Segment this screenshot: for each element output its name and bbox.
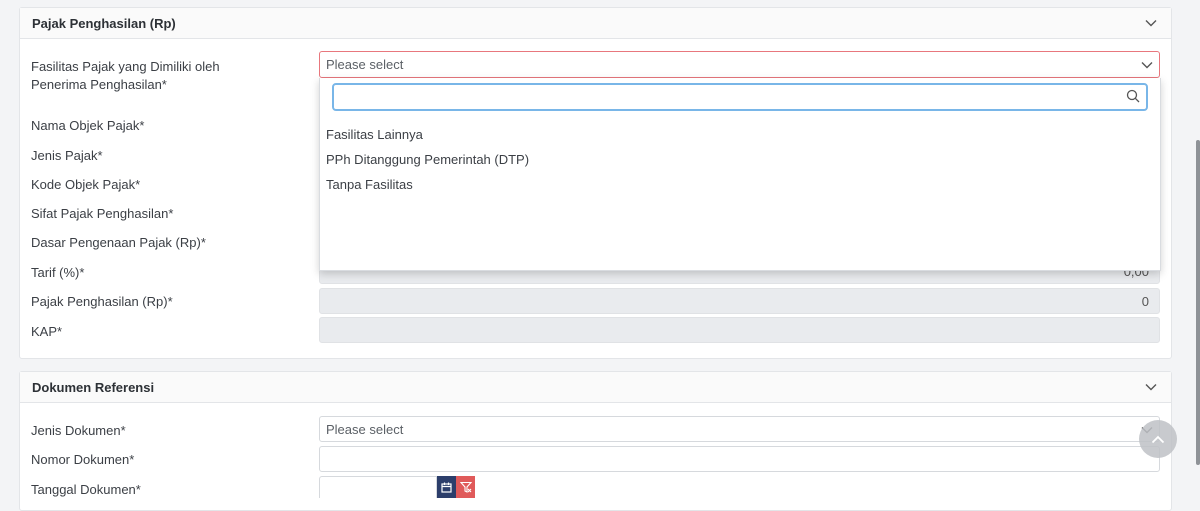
- clear-date-button[interactable]: [456, 476, 475, 498]
- reference-doc-card-title: Dokumen Referensi: [32, 379, 155, 395]
- dropdown-search-input[interactable]: [340, 85, 1124, 109]
- doc-type-placeholder: Please select: [326, 421, 404, 437]
- chevron-up-icon: [1151, 435, 1165, 443]
- object-code-label: Kode Objek Pajak*: [31, 177, 141, 192]
- income-tax-value: 0: [1141, 293, 1149, 309]
- nature-label: Sifat Pajak Penghasilan*: [31, 206, 174, 221]
- filter-clear-icon: [459, 481, 472, 493]
- rate-label: Tarif (%)*: [31, 265, 85, 280]
- income-tax-field: 0: [319, 288, 1160, 314]
- chevron-down-icon: [1141, 57, 1153, 72]
- page-scrollbar[interactable]: [1196, 140, 1200, 465]
- tax-type-label: Jenis Pajak*: [31, 148, 103, 163]
- dropdown-option[interactable]: Tanpa Fasilitas: [326, 176, 413, 194]
- doc-type-label: Jenis Dokumen*: [31, 423, 126, 438]
- income-tax-card-header[interactable]: Pajak Penghasilan (Rp): [20, 8, 1171, 39]
- facility-dropdown: Fasilitas Lainnya PPh Ditanggung Pemerin…: [319, 78, 1161, 271]
- doc-number-label: Nomor Dokumen*: [31, 452, 135, 467]
- facility-select[interactable]: Please select: [319, 51, 1160, 78]
- search-icon: [1126, 89, 1140, 106]
- doc-date-input[interactable]: [319, 476, 437, 498]
- reference-doc-card-header[interactable]: Dokumen Referensi: [20, 372, 1171, 403]
- dropdown-option[interactable]: PPh Ditanggung Pemerintah (DTP): [326, 151, 529, 169]
- doc-date-label: Tanggal Dokumen*: [31, 482, 141, 497]
- chevron-down-icon[interactable]: [1143, 379, 1159, 395]
- kap-field: [319, 317, 1160, 343]
- doc-type-select[interactable]: Please select: [319, 416, 1160, 442]
- facility-label: Fasilitas Pajak yang Dimiliki oleh Pener…: [31, 59, 220, 92]
- dropdown-search[interactable]: [332, 83, 1148, 111]
- base-label: Dasar Pengenaan Pajak (Rp)*: [31, 235, 206, 250]
- income-tax-card-title: Pajak Penghasilan (Rp): [32, 15, 176, 31]
- calendar-button[interactable]: [437, 476, 456, 498]
- facility-select-placeholder: Please select: [326, 57, 404, 72]
- calendar-icon: [441, 482, 452, 493]
- kap-label: KAP*: [31, 324, 63, 339]
- doc-number-input[interactable]: [319, 446, 1160, 472]
- dropdown-option[interactable]: Fasilitas Lainnya: [326, 126, 423, 144]
- scroll-top-button[interactable]: [1139, 420, 1177, 458]
- chevron-down-icon[interactable]: [1143, 15, 1159, 31]
- object-name-label: Nama Objek Pajak*: [31, 118, 145, 133]
- income-tax-label: Pajak Penghasilan (Rp)*: [31, 294, 173, 309]
